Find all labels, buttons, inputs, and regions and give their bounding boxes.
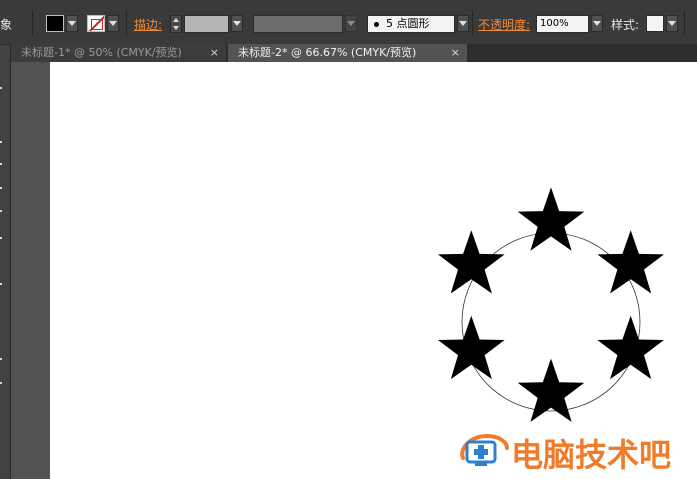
close-icon[interactable]: × xyxy=(210,44,219,61)
style-dropdown-arrow[interactable] xyxy=(666,15,678,32)
stepper-up-icon[interactable] xyxy=(173,18,179,22)
stroke-weight-dropdown-arrow[interactable] xyxy=(231,15,243,32)
opacity-panel-link[interactable]: 不透明度: xyxy=(478,16,530,33)
brush-definition-label: 5 点圆形 xyxy=(386,17,430,30)
tab-label: 未标题-1* @ 50% (CMYK/预览) xyxy=(21,46,182,59)
stroke-color-swatch[interactable] xyxy=(87,15,105,32)
tool-flyout-marker[interactable] xyxy=(0,210,2,212)
tool-flyout-marker[interactable] xyxy=(0,141,2,143)
opacity-dropdown-arrow[interactable] xyxy=(591,15,603,32)
brush-definition-field[interactable]: 5 点圆形 xyxy=(367,15,455,33)
stroke-panel-link[interactable]: 描边: xyxy=(134,16,162,33)
stepper-down-icon[interactable] xyxy=(173,26,179,30)
variable-width-profile[interactable] xyxy=(253,15,343,33)
tab-untitled-2[interactable]: 未标题-2* @ 66.67% (CMYK/预览) × xyxy=(228,44,467,62)
tools-panel xyxy=(0,45,11,479)
star-shape-6[interactable] xyxy=(438,230,505,294)
tool-flyout-marker[interactable] xyxy=(0,163,2,165)
computer-cross-logo-icon xyxy=(460,433,509,466)
tool-flyout-marker[interactable] xyxy=(0,237,2,239)
divider xyxy=(126,10,127,36)
star-shape-1[interactable] xyxy=(517,187,585,251)
stroke-weight-input[interactable] xyxy=(184,15,229,33)
document-tab-strip: 未标题-1* @ 50% (CMYK/预览) × 未标题-2* @ 66.67%… xyxy=(11,44,697,62)
star-shape-5[interactable] xyxy=(438,315,505,380)
site-watermark: 电脑技术吧 xyxy=(457,424,697,474)
stroke-weight-stepper[interactable] xyxy=(170,15,182,33)
star-shape-2[interactable] xyxy=(597,230,664,294)
star-shape-3[interactable] xyxy=(597,315,664,380)
artboard[interactable] xyxy=(50,62,697,479)
star-group[interactable] xyxy=(438,187,664,422)
style-label: 样式: xyxy=(611,18,640,32)
graphic-style-swatch[interactable] xyxy=(646,15,664,32)
round-brush-dot-icon xyxy=(374,21,379,27)
variable-width-dropdown-arrow[interactable] xyxy=(345,15,357,32)
divider xyxy=(32,10,33,36)
artwork-canvas[interactable] xyxy=(50,62,697,479)
watermark-text: 电脑技术吧 xyxy=(511,436,672,474)
divider xyxy=(684,10,685,36)
opacity-input[interactable]: 100% xyxy=(536,15,589,33)
brush-dropdown-arrow[interactable] xyxy=(457,15,469,32)
tool-flyout-marker[interactable] xyxy=(0,358,2,360)
tool-flyout-marker[interactable] xyxy=(0,187,2,189)
control-bar: 象 描边: 5 点圆形 不透明度: 100% 样式: xyxy=(0,0,697,45)
divider xyxy=(472,10,473,36)
tool-flyout-marker[interactable] xyxy=(0,283,2,285)
object-label-truncated: 象 xyxy=(0,18,13,32)
close-icon[interactable]: × xyxy=(451,44,460,61)
tab-untitled-1[interactable]: 未标题-1* @ 50% (CMYK/预览) × xyxy=(11,44,226,62)
fill-dropdown-arrow[interactable] xyxy=(66,15,78,32)
tab-label: 未标题-2* @ 66.67% (CMYK/预览) xyxy=(238,46,417,59)
star-shape-4[interactable] xyxy=(517,358,585,422)
stroke-color-dropdown-arrow[interactable] xyxy=(107,15,119,32)
tool-flyout-marker[interactable] xyxy=(0,87,2,89)
fill-color-swatch[interactable] xyxy=(46,15,64,32)
tool-flyout-marker[interactable] xyxy=(0,382,2,384)
